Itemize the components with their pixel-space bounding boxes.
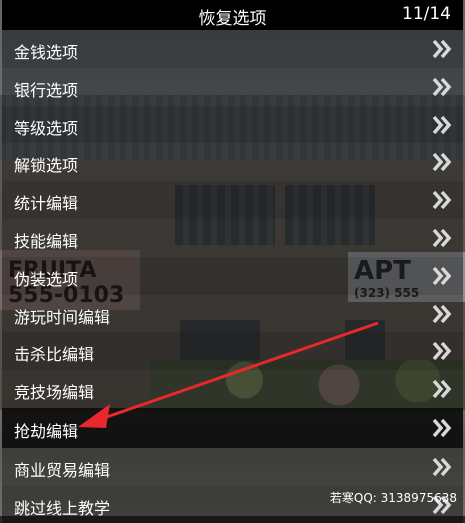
menu-item[interactable]: 伪装选项 — [2, 256, 463, 295]
menu-item[interactable]: 统计编辑 — [2, 181, 463, 219]
menu-counter: 11/14 — [402, 4, 451, 24]
menu-title: 恢复选项 — [198, 9, 267, 29]
menu-item[interactable]: 等级选项 — [2, 105, 463, 144]
menu-item[interactable]: 商业贸易编辑 — [2, 447, 463, 486]
menu-item-label: 游玩时间编辑 — [14, 307, 111, 327]
watermark: 若寒QQ: 3138975638 — [329, 491, 457, 505]
menu-header: 恢复选项 11/14 — [2, 0, 463, 30]
menu-items: 金钱选项银行选项等级选项解锁选项统计编辑技能编辑伪装选项游玩时间编辑 击杀比编辑竞… — [2, 30, 463, 523]
double-chevron-right-icon — [432, 77, 452, 96]
menu-item-label: 解锁选项 — [14, 156, 79, 176]
double-chevron-right-icon — [432, 115, 452, 134]
double-chevron-right-icon — [432, 304, 452, 323]
double-chevron-right-icon — [432, 418, 452, 438]
menu-item[interactable]: 竞技场编辑 — [2, 370, 463, 408]
menu-item-label: 统计编辑 — [14, 194, 79, 214]
menu-item[interactable]: 银行选项 — [2, 67, 463, 106]
menu-item[interactable]: 击杀比编辑 — [2, 332, 463, 371]
menu-item[interactable]: 金钱选项 — [2, 30, 463, 68]
menu-item-label: 击杀比编辑 — [14, 345, 95, 365]
double-chevron-right-icon — [432, 228, 452, 248]
double-chevron-right-icon — [432, 380, 452, 399]
menu-item-label: 竞技场编辑 — [14, 383, 95, 403]
menu-item-label: 伪装选项 — [14, 269, 79, 289]
menu-item[interactable]: 解锁选项 — [2, 143, 463, 182]
double-chevron-right-icon — [432, 39, 452, 59]
menu-item-label: 跳过线上教学 — [14, 498, 111, 518]
menu-item[interactable]: 抢劫编辑 — [2, 407, 463, 448]
menu-item-label: 抢劫编辑 — [14, 421, 79, 441]
menu-item[interactable]: 游玩时间编辑 — [2, 294, 463, 333]
menu-item-label: 等级选项 — [14, 118, 79, 138]
double-chevron-right-icon — [432, 266, 452, 285]
menu-item-label: 技能编辑 — [14, 231, 79, 251]
double-chevron-right-icon — [432, 153, 452, 172]
menu-item-label: 金钱选项 — [14, 43, 79, 62]
menu-item[interactable]: 技能编辑 — [2, 218, 463, 257]
menu-item-label: 银行选项 — [14, 80, 79, 100]
double-chevron-right-icon — [432, 342, 452, 361]
double-chevron-right-icon — [432, 457, 452, 476]
menu-item-label: 商业贸易编辑 — [14, 460, 111, 480]
double-chevron-right-icon — [432, 191, 452, 210]
restore-options-menu: 恢复选项 11/14 金钱选项银行选项等级选项解锁选项统计编辑技能编辑伪装选项游… — [2, 0, 463, 523]
